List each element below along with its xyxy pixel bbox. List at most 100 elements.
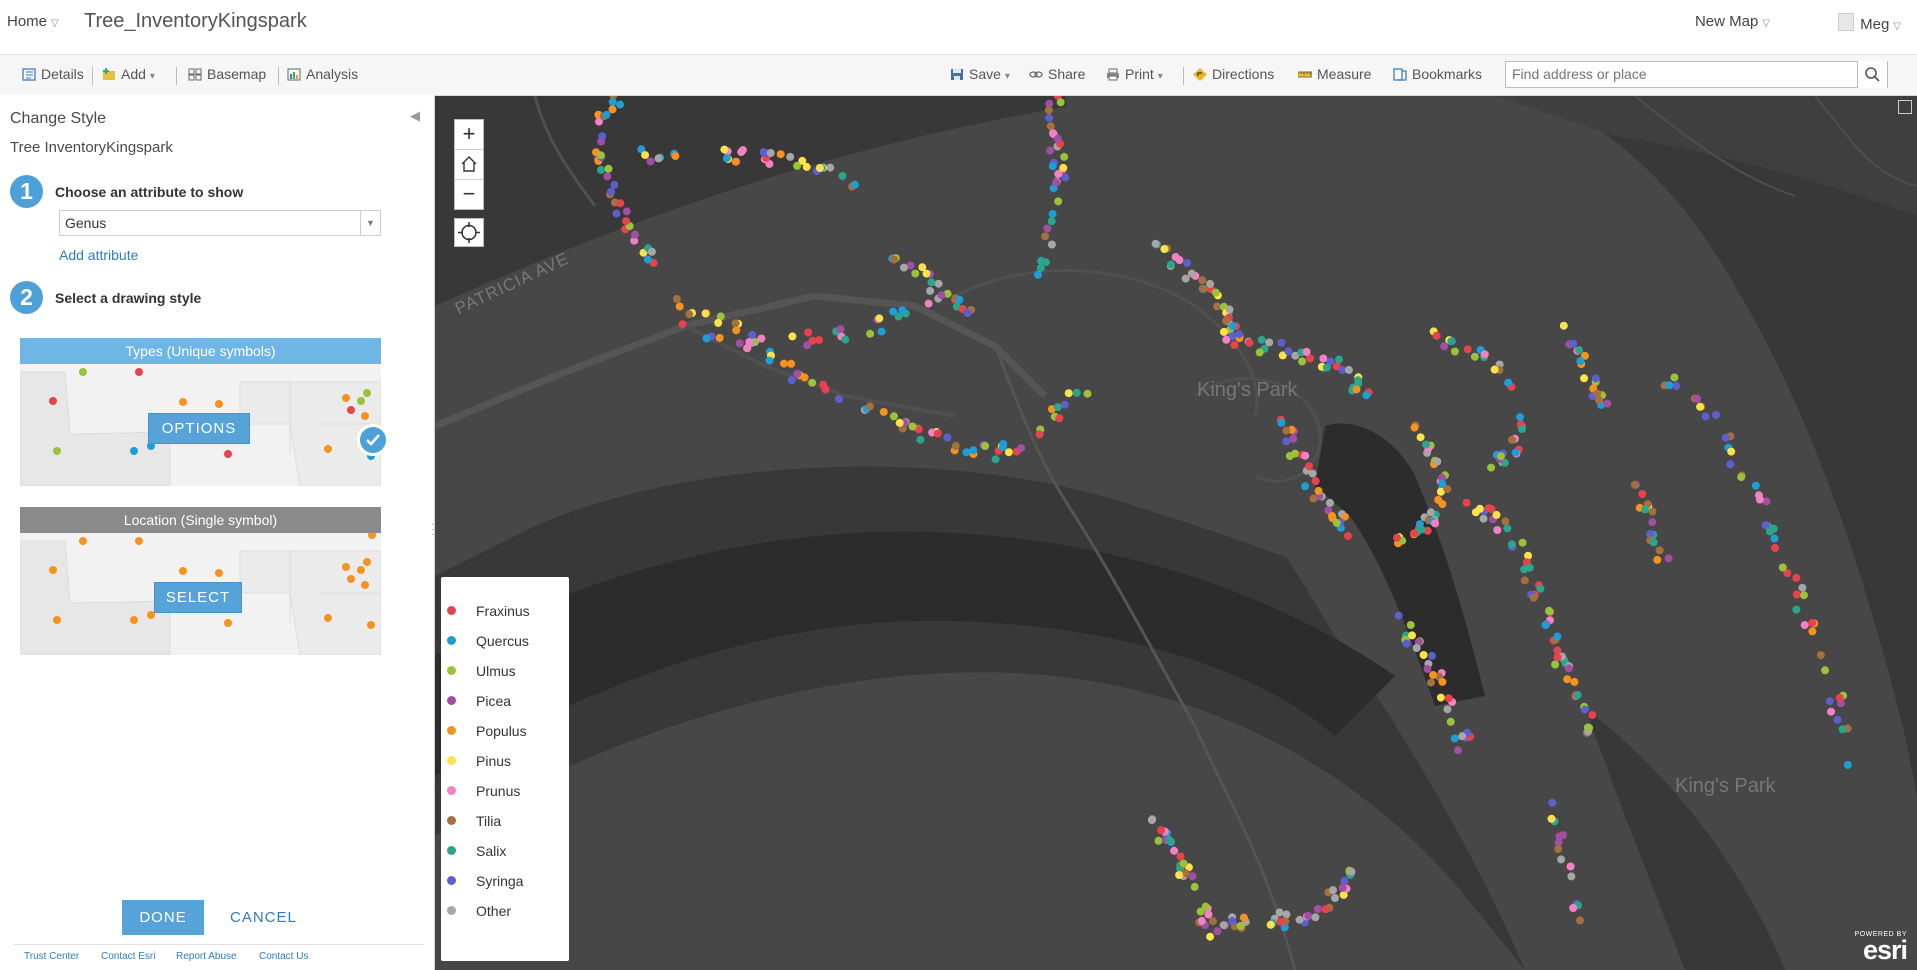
tree-point[interactable] (641, 151, 650, 160)
bookmarks-button[interactable]: Bookmarks (1393, 66, 1482, 82)
tree-point[interactable] (1257, 335, 1266, 344)
tree-point[interactable] (1727, 447, 1736, 456)
tree-point[interactable] (1429, 671, 1438, 679)
save-button[interactable]: Save ▾ (950, 66, 1010, 82)
tree-point[interactable] (608, 98, 617, 107)
tree-point[interactable] (1712, 411, 1721, 419)
tree-point[interactable] (604, 164, 613, 173)
zoom-in-button[interactable]: + (455, 120, 483, 150)
search-input[interactable] (1506, 62, 1858, 86)
attribute-select[interactable]: Genus ▼ (59, 210, 381, 236)
tree-point[interactable] (1696, 402, 1705, 411)
tree-point[interactable] (836, 325, 845, 334)
tree-point[interactable] (1443, 485, 1452, 494)
tree-point[interactable] (1470, 352, 1479, 361)
tree-point[interactable] (1525, 563, 1534, 572)
tree-point[interactable] (1282, 426, 1291, 435)
tree-point[interactable] (678, 320, 687, 329)
tree-point[interactable] (1301, 482, 1310, 491)
tree-point[interactable] (1520, 576, 1529, 585)
tree-point[interactable] (1061, 173, 1070, 182)
tree-point[interactable] (1800, 621, 1809, 630)
tree-point[interactable] (1059, 163, 1068, 172)
tree-point[interactable] (1453, 746, 1462, 755)
tree-point[interactable] (731, 157, 740, 166)
tree-point[interactable] (630, 230, 639, 239)
tree-point[interactable] (1638, 490, 1647, 498)
tree-point[interactable] (608, 105, 617, 114)
tree-point[interactable] (1213, 927, 1222, 936)
tree-point[interactable] (1041, 232, 1050, 241)
tree-point[interactable] (1344, 365, 1353, 374)
tree-point[interactable] (1408, 631, 1416, 640)
tree-point[interactable] (720, 145, 729, 154)
tree-point[interactable] (1576, 916, 1584, 925)
tree-point[interactable] (647, 247, 656, 256)
tree-point[interactable] (1504, 378, 1513, 387)
tree-point[interactable] (1501, 517, 1510, 526)
tree-point[interactable] (714, 318, 723, 327)
tree-point[interactable] (1209, 917, 1217, 926)
tree-point[interactable] (793, 161, 802, 170)
tree-point[interactable] (1329, 886, 1337, 895)
tree-point[interactable] (1308, 469, 1317, 478)
tree-point[interactable] (1048, 210, 1057, 218)
tree-point[interactable] (1190, 882, 1199, 891)
tree-point[interactable] (1436, 693, 1445, 702)
tree-point[interactable] (895, 418, 904, 427)
tree-point[interactable] (1406, 621, 1415, 629)
tree-point[interactable] (1447, 337, 1456, 346)
tree-point[interactable] (1289, 434, 1298, 443)
tree-point[interactable] (1838, 725, 1847, 734)
tree-point[interactable] (598, 132, 607, 141)
tree-point[interactable] (815, 164, 824, 172)
done-button[interactable]: DONE (122, 900, 204, 935)
tree-point[interactable] (943, 433, 952, 442)
tree-point[interactable] (1044, 106, 1053, 115)
new-map-menu[interactable]: New Map ▽ (1695, 13, 1770, 30)
options-button[interactable]: OPTIONS (148, 413, 250, 444)
tree-point[interactable] (1305, 462, 1314, 471)
footer-link-contact-us[interactable]: Contact Us (259, 951, 308, 962)
tree-point[interactable] (1569, 339, 1578, 348)
tree-point[interactable] (1160, 245, 1169, 253)
tree-point[interactable] (1479, 514, 1488, 523)
tree-point[interactable] (1362, 391, 1371, 400)
tree-point[interactable] (1157, 826, 1166, 835)
tree-point[interactable] (1432, 331, 1441, 340)
tree-point[interactable] (1721, 433, 1730, 442)
select-button[interactable]: SELECT (154, 582, 242, 613)
tree-point[interactable] (1311, 913, 1320, 922)
tree-point[interactable] (1559, 321, 1568, 330)
tree-point[interactable] (646, 157, 655, 166)
home-menu[interactable]: Home ▽ (7, 13, 59, 30)
tree-point[interactable] (1569, 904, 1578, 912)
tree-point[interactable] (1311, 477, 1320, 486)
tree-point[interactable] (1179, 859, 1188, 868)
tree-point[interactable] (1843, 760, 1852, 769)
tree-point[interactable] (1672, 381, 1681, 390)
tree-point[interactable] (1792, 573, 1801, 582)
tree-point[interactable] (732, 326, 741, 335)
tree-point[interactable] (1566, 862, 1575, 871)
search-button[interactable] (1857, 61, 1887, 88)
footer-link-report-abuse[interactable]: Report Abuse (176, 951, 237, 962)
tree-point[interactable] (1046, 146, 1055, 155)
tree-point[interactable] (1431, 519, 1440, 528)
tree-point[interactable] (1655, 546, 1664, 555)
tree-point[interactable] (1222, 316, 1230, 325)
tree-point[interactable] (1277, 338, 1286, 347)
tree-point[interactable] (1151, 239, 1160, 248)
tree-point[interactable] (1225, 305, 1234, 314)
tree-point[interactable] (1427, 678, 1435, 687)
share-button[interactable]: Share (1029, 66, 1085, 82)
tree-point[interactable] (1321, 905, 1330, 914)
tree-point[interactable] (787, 359, 796, 368)
tree-point[interactable] (1648, 518, 1657, 527)
tree-point[interactable] (1060, 400, 1069, 409)
tree-point[interactable] (765, 356, 774, 365)
analysis-button[interactable]: Analysis (287, 66, 358, 82)
tree-point[interactable] (1298, 357, 1307, 366)
style-card-location[interactable]: Location (Single symbol) SELECT (20, 507, 381, 655)
tree-point[interactable] (701, 309, 710, 318)
